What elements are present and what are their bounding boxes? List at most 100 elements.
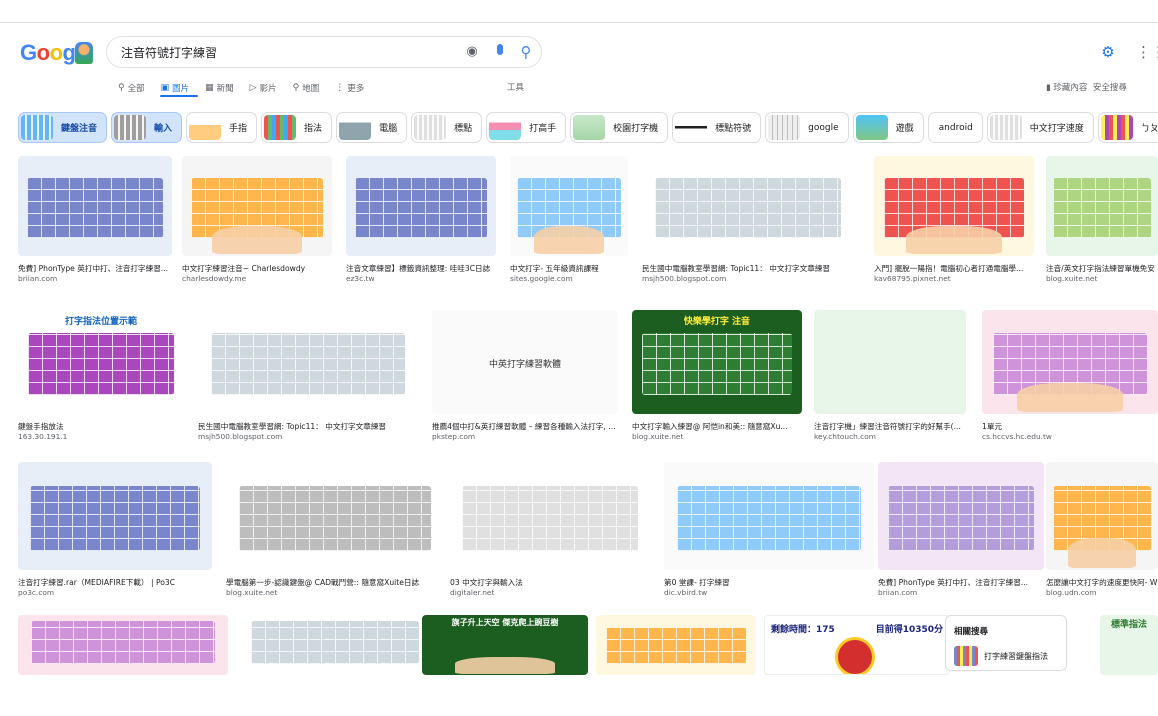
tab-more[interactable]: ⋮ 更多 (335, 80, 364, 96)
image-result[interactable]: 快樂學打字 注音 中文打字輸入練習@ 阿恺in和美:: 隨意窩Xu... blo… (632, 310, 802, 442)
image-result[interactable]: 入門] 擺脫一陽指！電腦初心者打通電腦學... kav68795.pixnet.… (874, 156, 1034, 284)
result-image[interactable]: 剩餘時間：175 目前得10350分 (764, 615, 950, 675)
related-search-item[interactable]: 打字練習鍵盤指法 (954, 646, 1048, 666)
chip-chinese-typing-speed[interactable]: 中文打字速度 (986, 112, 1094, 143)
result-title[interactable]: 鍵盤手指放法 (18, 422, 184, 432)
result-title[interactable]: 注音打字練習.rar（MEDIAFIRE下載） | Po3C (18, 578, 212, 588)
chip-android[interactable]: android (927, 112, 983, 143)
result-image[interactable] (182, 156, 332, 256)
chip-fingering[interactable]: 指法 (261, 112, 333, 143)
result-title[interactable]: 注音文章練習】標籤資訊整理: 哇哇3C日誌 (346, 264, 496, 274)
chip-games[interactable]: 遊戲 (852, 112, 924, 143)
result-title[interactable]: 中文打字練習注音~ Charlesdowdy (182, 264, 332, 274)
tab-videos[interactable]: ▷ 影片 (250, 80, 277, 96)
result-image[interactable] (450, 462, 650, 570)
result-image[interactable] (510, 156, 628, 256)
image-result[interactable]: 注音文章練習】標籤資訊整理: 哇哇3C日誌 ez3c.tw (346, 156, 496, 284)
image-result[interactable]: 注音打字練習.rar（MEDIAFIRE下載） | Po3C po3c.com (18, 462, 212, 598)
image-result[interactable]: 旗子升上天空 傑克爬上豌豆樹 (422, 615, 588, 675)
image-result[interactable]: 標準指法 (1100, 615, 1158, 675)
saved-link[interactable]: ▮ 珍藏內容 安全搜尋 (1046, 81, 1127, 93)
chip-punctuation[interactable]: 標點 (411, 112, 483, 143)
result-title[interactable]: 推薦4個中打&英打練習軟體 – 練習各種輸入法打字, 並... (432, 422, 618, 432)
result-image[interactable] (18, 156, 172, 256)
microphone-icon[interactable] (491, 43, 509, 61)
settings-gear-icon[interactable]: ⚙ (1100, 44, 1116, 60)
result-image[interactable] (240, 615, 430, 675)
image-result[interactable]: 民生國中電腦教室學習網: Topic11： 中文打字文章練習 msjh500.b… (198, 310, 418, 442)
result-image[interactable] (874, 156, 1034, 256)
search-icon[interactable]: ⚲ (517, 43, 535, 61)
image-result[interactable] (596, 615, 756, 675)
result-title[interactable]: 注音/英文打字指法練習單機免安 (1046, 264, 1158, 274)
chip-typing-master[interactable]: 打高手 (486, 112, 567, 143)
image-result[interactable]: 怎麼讓中文打字的速度更快阿- W blog.udn.com (1046, 462, 1158, 598)
search-box[interactable]: 注音符號打字練習 ◉ ⚲ (106, 36, 542, 68)
tools-button[interactable]: 工具 (507, 81, 524, 93)
safesearch-link[interactable]: 安全搜尋 (1093, 83, 1127, 93)
chip-punctuation-marks[interactable]: 標點符號 (672, 112, 762, 143)
chip-keyboard-zhuyin[interactable]: 鍵盤注音 (18, 112, 108, 143)
result-title[interactable]: 民生國中電腦教室學習網: Topic11： 中文打字文章練習 (198, 422, 418, 432)
apps-grid-icon[interactable]: ⋮⋮ (1136, 44, 1158, 60)
tab-news[interactable]: ▦ 新聞 (205, 80, 234, 96)
image-result[interactable]: 中文打字練習注音~ Charlesdowdy charlesdowdy.me (182, 156, 332, 284)
result-image[interactable] (198, 310, 418, 414)
result-title[interactable]: 免費] PhonType 英打中打、注音打字練習... (878, 578, 1044, 588)
result-image[interactable] (642, 156, 854, 256)
image-result[interactable]: 剩餘時間：175 目前得10350分 (764, 615, 950, 675)
result-title[interactable]: 1單元 (982, 422, 1158, 432)
result-title[interactable]: 免費] PhonType 英打中打、注音打字練習... (18, 264, 172, 274)
image-result[interactable]: 注音打字機」練習注音符號打字的好幫手(... key.chtouch.com (814, 310, 966, 442)
result-image[interactable]: 旗子升上天空 傑克爬上豌豆樹 (422, 615, 588, 675)
result-image[interactable]: 打字指法位置示範 (18, 310, 184, 414)
image-result[interactable]: 注音/英文打字指法練習單機免安 blog.xuite.net (1046, 156, 1158, 284)
camera-search-icon[interactable]: ◉ (463, 43, 481, 61)
result-title[interactable]: 怎麼讓中文打字的速度更快阿- W (1046, 578, 1158, 588)
image-result[interactable]: 中文打字- 五年級資訊課程 sites.google.com (510, 156, 628, 284)
chip-fingers[interactable]: 手指 (186, 112, 258, 143)
result-image[interactable] (982, 310, 1158, 414)
result-title[interactable]: 中文打字- 五年級資訊課程 (510, 264, 628, 274)
result-image[interactable]: 標準指法 (1100, 615, 1158, 675)
chip-bopomofo[interactable]: ㄅㄆㄇ (1097, 112, 1158, 143)
result-image[interactable] (1046, 156, 1158, 256)
result-image[interactable] (814, 310, 966, 414)
tab-images[interactable]: ▣ 圖片 (161, 80, 190, 96)
result-image[interactable] (596, 615, 756, 675)
result-image[interactable] (226, 462, 444, 570)
result-title[interactable]: 中文打字輸入練習@ 阿恺in和美:: 隨意窩Xu... (632, 422, 802, 432)
result-title[interactable]: 學電腦第一步-認識鍵盤@ CAD戰鬥營:: 隨意窩Xuite日誌 (226, 578, 444, 588)
result-title[interactable]: 民生國中電腦教室學習網: Topic11： 中文打字文章練習 (642, 264, 854, 274)
image-result[interactable]: 1單元 cs.hccvs.hc.edu.tw (982, 310, 1158, 442)
result-title[interactable]: 注音打字機」練習注音符號打字的好幫手(... (814, 422, 966, 432)
image-result[interactable]: 第0 堂課- 打字練習 dic.vbird.tw (664, 462, 874, 598)
chip-computer[interactable]: 電腦 (336, 112, 408, 143)
search-input[interactable]: 注音符號打字練習 (121, 44, 217, 61)
image-result[interactable]: 免費] PhonType 英打中打、注音打字練習... briian.com (18, 156, 172, 284)
image-result[interactable] (18, 615, 228, 675)
result-image[interactable] (18, 462, 212, 570)
result-image[interactable] (18, 615, 228, 675)
result-image[interactable] (878, 462, 1044, 570)
result-title[interactable]: 第0 堂課- 打字練習 (664, 578, 874, 588)
result-image[interactable] (664, 462, 874, 570)
chip-input[interactable]: 輸入 (111, 112, 183, 143)
related-searches-card[interactable]: 相關搜尋 打字練習鍵盤指法 (945, 615, 1067, 671)
result-image[interactable]: 中英打字練習軟體 (432, 310, 618, 414)
image-result[interactable] (240, 615, 430, 675)
tab-all[interactable]: ⚲ 全部 (118, 80, 145, 96)
image-result[interactable]: 打字指法位置示範 鍵盤手指放法 163.30.191.1 (18, 310, 184, 442)
tab-maps[interactable]: ⚲ 地圖 (293, 80, 320, 96)
chip-google[interactable]: google (765, 112, 849, 143)
result-title[interactable]: 入門] 擺脫一陽指！電腦初心者打通電腦學... (874, 264, 1034, 274)
image-result[interactable]: 學電腦第一步-認識鍵盤@ CAD戰鬥營:: 隨意窩Xuite日誌 blog.xu… (226, 462, 444, 598)
result-image[interactable] (346, 156, 496, 256)
image-result[interactable]: 中英打字練習軟體 推薦4個中打&英打練習軟體 – 練習各種輸入法打字, 並...… (432, 310, 618, 442)
chip-campus-typing[interactable]: 校園打字機 (570, 112, 669, 143)
result-image[interactable]: 快樂學打字 注音 (632, 310, 802, 414)
result-image[interactable] (1046, 462, 1158, 570)
image-result[interactable]: 免費] PhonType 英打中打、注音打字練習... briian.com (878, 462, 1044, 598)
result-title[interactable]: 03 中文打字與輸入法 (450, 578, 650, 588)
image-result[interactable]: 03 中文打字與輸入法 digitaler.net (450, 462, 650, 598)
